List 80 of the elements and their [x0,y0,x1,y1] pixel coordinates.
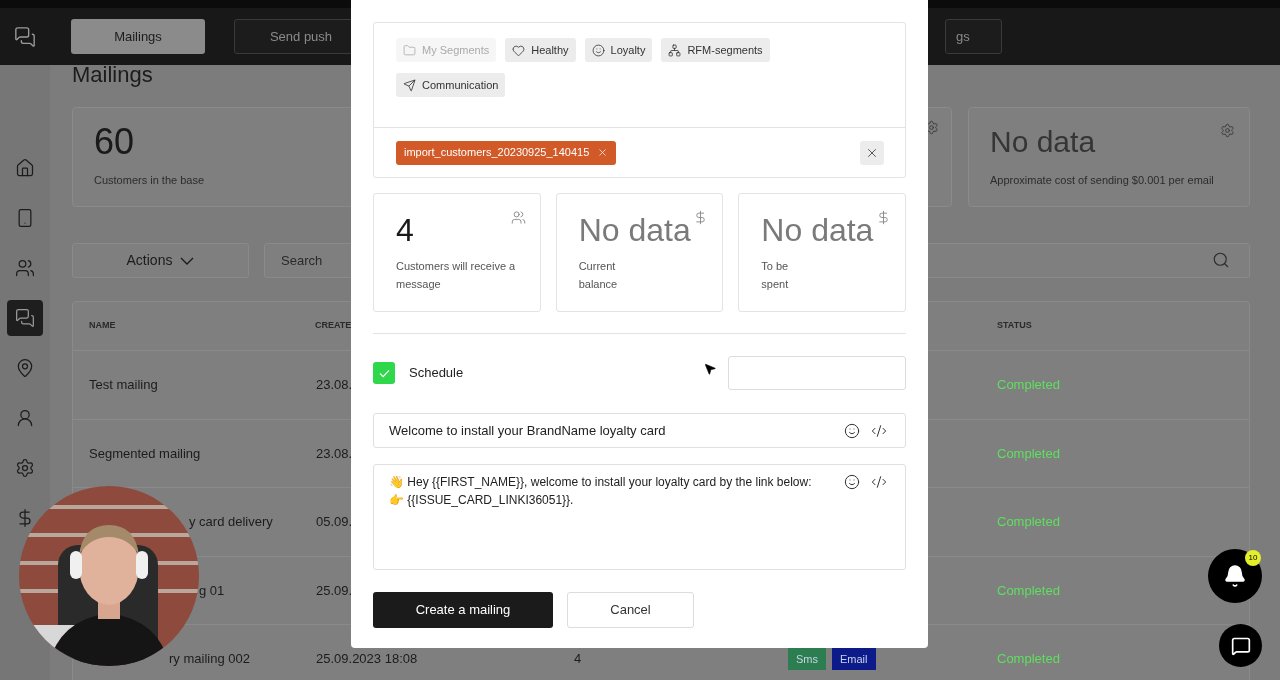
table-cell: 23.08. [316,445,353,461]
clear-button[interactable] [860,140,884,165]
page-title: Mailings [72,65,153,86]
stat-value: No data [578,211,691,250]
stat-value: No data [990,124,1096,160]
smiley-icon[interactable] [844,422,860,439]
users-icon [15,258,35,278]
status-text: Completed [997,651,1060,666]
status-text: Completed [997,445,1060,461]
stat-label: To be spent [761,259,790,292]
home-icon [15,158,35,178]
nav-tab[interactable]: gs [945,19,1002,54]
bell-icon [1223,564,1247,588]
date-field[interactable] [728,356,906,390]
column-header: STATUS [996,319,1033,333]
segment-chip[interactable]: RFM-segments [661,38,770,62]
schedule-checkbox[interactable] [373,362,395,384]
dollar-icon [876,210,891,225]
nav-tab[interactable]: Mailings [71,19,205,54]
smiley-icon[interactable] [844,474,860,490]
sidebar-item[interactable] [15,408,35,428]
segment-chip[interactable]: Healthy [505,38,576,62]
create-button[interactable]: Create a mailing [373,592,553,628]
send-icon [403,78,416,92]
settings-icon [15,458,35,478]
table-cell: ry mailing 002 [169,651,250,666]
sidebar-item[interactable] [15,258,35,278]
sidebar-item[interactable] [15,158,35,178]
stat-value: No data [761,211,874,250]
map-pin-icon [15,358,35,378]
stat-value: 60 [94,122,135,162]
notification-badge: 10 [1245,550,1261,566]
search-icon[interactable] [1212,251,1230,269]
network-icon [668,43,682,57]
chevron-down-icon [180,256,195,265]
subject-field[interactable]: Welcome to install your BrandName loyalty card [373,413,906,448]
table-cell: 25.09.2023 18:08 [316,651,418,666]
heart-icon [512,43,526,57]
table-cell: 05.09. [316,514,353,529]
channel-tag: Sms [788,647,826,670]
table-cell: 23.08. [316,377,353,392]
users-icon [510,210,526,225]
status-text: Completed [997,377,1060,392]
stat-label: Customers will receive a message [396,259,517,292]
segment-chip[interactable]: Communication [396,73,506,97]
folder-icon [403,43,416,57]
segment-tag: import_customers_20230925_140415 [396,140,617,165]
close-icon[interactable] [597,147,609,158]
status-text: Completed [997,582,1060,598]
code-icon[interactable] [871,474,887,490]
checkmark-icon [378,368,390,378]
chat-icon[interactable] [14,25,36,48]
table-cell: 25.09. [316,582,353,598]
message-field[interactable]: 👋 Hey {{FIRST_NAME}}, welcome to install your loyalty card by the link below: 👉 {{ISSUE_CARD_LINKI36051}}. [373,464,906,570]
table-cell: Segmented mailing [89,445,201,461]
channel-tag: Email [832,647,876,670]
actions-dropdown[interactable]: Actions [72,243,249,278]
chat-icon [15,308,35,328]
column-header: NAME [88,319,117,333]
pointer-icon [703,362,717,376]
column-header: CREATE [314,319,353,333]
sidebar-item[interactable] [7,300,43,336]
user-icon [15,408,35,428]
table-cell: Test mailing [89,377,158,392]
stat-label: Customers in the base [94,173,205,188]
stat-label: Current balance [578,259,619,292]
schedule-label: Schedule [409,364,464,383]
table-cell: y card delivery [189,514,273,529]
chat-icon [1230,635,1251,656]
code-icon[interactable] [871,422,887,439]
table-cell: 4 [574,651,582,666]
sidebar-item[interactable] [15,358,35,378]
cancel-button[interactable]: Cancel [567,592,694,628]
segment-chip[interactable]: Loyalty [584,38,653,62]
stat-value: 4 [396,211,414,250]
smiley-icon [591,43,605,57]
sidebar-item[interactable] [15,458,35,478]
status-text: Completed [997,514,1060,529]
table-cell: g 01 [199,582,225,598]
stat-label: Approximate cost of sending $0.001 per email [990,173,1215,188]
